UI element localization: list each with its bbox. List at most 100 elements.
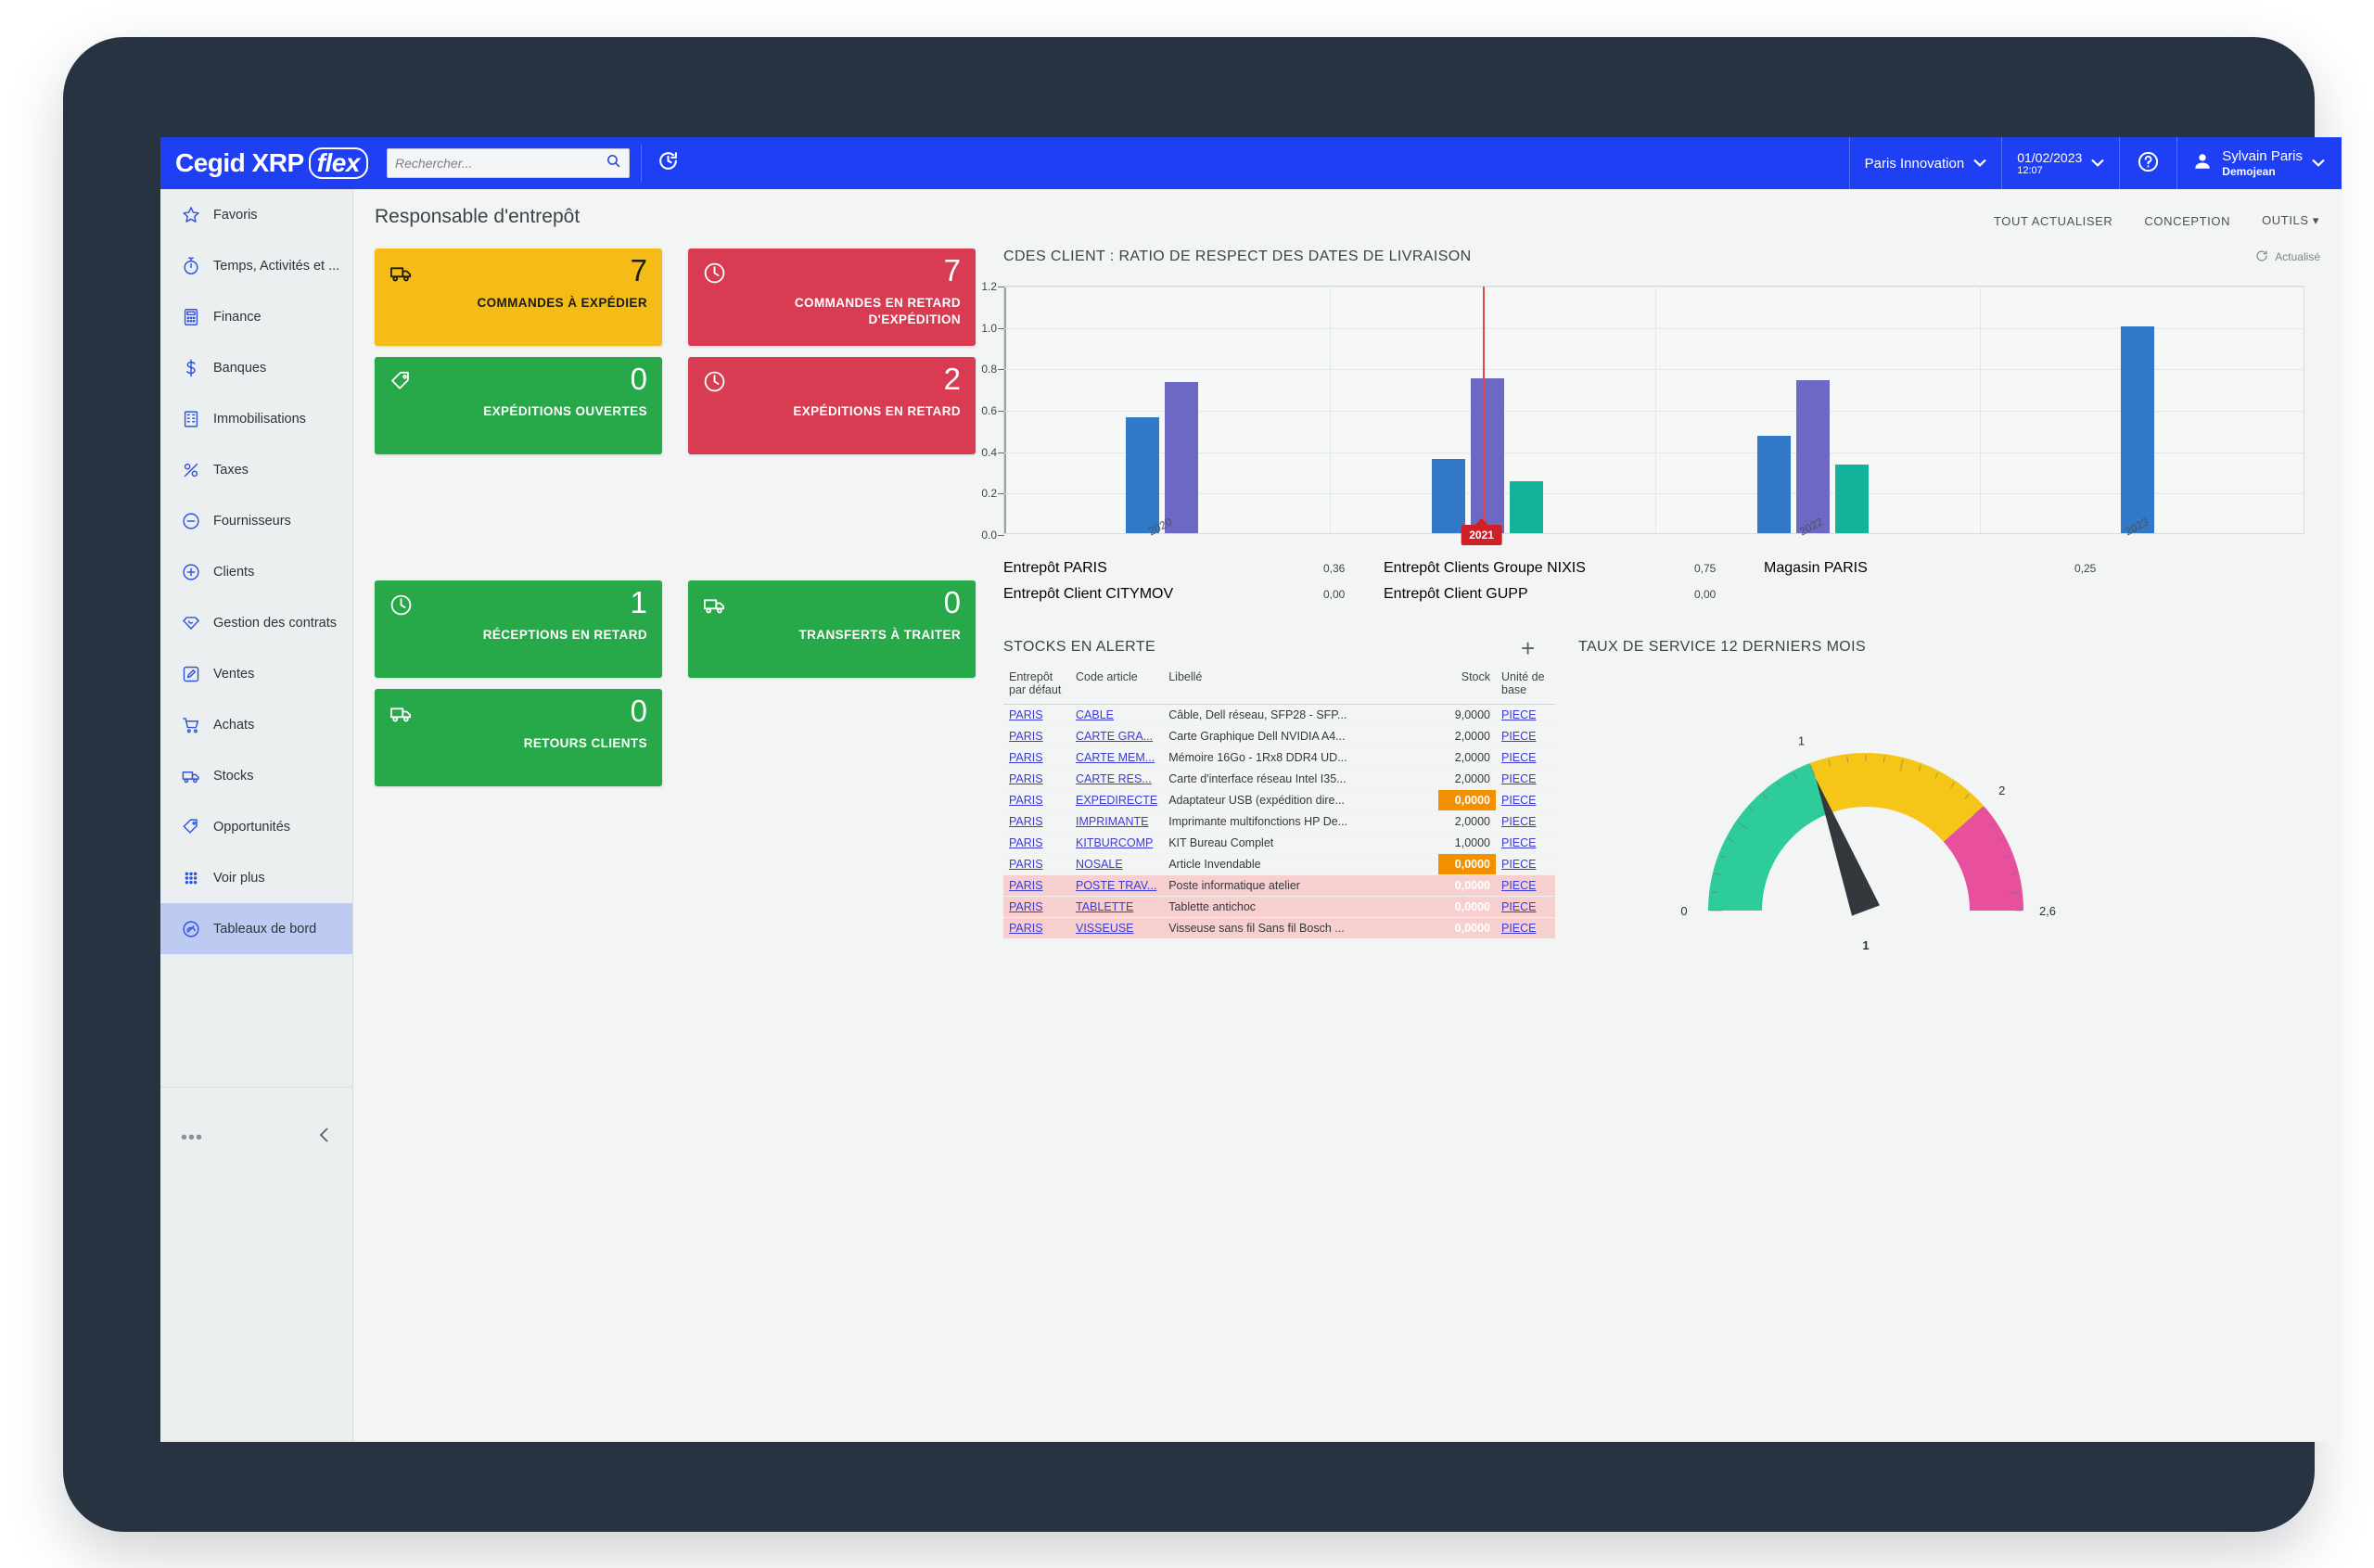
entrepot-link[interactable]: PARIS [1009, 836, 1043, 849]
chart-bar[interactable] [2121, 325, 2155, 533]
sidebar-item-opportunit-s[interactable]: Opportunités [160, 801, 352, 852]
app-logo[interactable]: Cegid XRP flex [160, 137, 376, 189]
table-row[interactable]: PARIS CARTE RES... Carte d'interface résea… [1003, 768, 1555, 790]
unit-link[interactable]: PIECE [1501, 836, 1537, 849]
sidebar-item-voir-plus[interactable]: Voir plus [160, 852, 352, 903]
article-code-link[interactable]: CARTE GRA... [1076, 730, 1153, 743]
kpi-tile-exp-ditions-ouvertes[interactable]: 0 EXPÉDITIONS OUVERTES [375, 357, 662, 454]
entrepot-link[interactable]: PARIS [1009, 922, 1043, 935]
chart-bar[interactable] [1509, 481, 1543, 533]
table-row[interactable]: PARIS CARTE MEM... Mémoire 16Go - 1Rx8 DDR… [1003, 746, 1555, 769]
sidebar-item-tableaux-de-bord[interactable]: Tableaux de bord [160, 903, 352, 954]
entrepot-link[interactable]: PARIS [1009, 772, 1043, 785]
page-action-conception[interactable]: CONCEPTION [2144, 214, 2230, 228]
chart-legend-item[interactable]: Entrepôt Client GUPP [1384, 586, 1528, 603]
sidebar-item-clients[interactable]: Clients [160, 546, 352, 597]
sidebar-item-ventes[interactable]: Ventes [160, 648, 352, 699]
unit-link[interactable]: PIECE [1501, 879, 1537, 892]
kpi-tile-commandes-exp-dier[interactable]: 7 COMMANDES À EXPÉDIER [375, 249, 662, 346]
entrepot-link[interactable]: PARIS [1009, 815, 1043, 828]
table-column-header[interactable]: Entrepôt par défaut [1003, 669, 1070, 705]
kpi-tile-transferts-traiter[interactable]: 0 TRANSFERTS À TRAITER [688, 580, 976, 678]
ellipsis-icon[interactable]: ••• [181, 1128, 203, 1147]
sidebar-item-taxes[interactable]: Taxes [160, 444, 352, 495]
table-row[interactable]: PARIS IMPRIMANTE Imprimante multifonctions… [1003, 810, 1555, 833]
sidebar-item-gestion-des-contrats[interactable]: Gestion des contrats [160, 597, 352, 648]
article-code-link[interactable]: KITBURCOMP [1076, 836, 1153, 849]
kpi-tile-commandes-en-retard-d-exp-dition[interactable]: 7 COMMANDES EN RETARD D'EXPÉDITION [688, 249, 976, 346]
search-icon[interactable] [606, 153, 621, 173]
article-code-link[interactable]: CARTE MEM... [1076, 751, 1155, 764]
entrepot-link[interactable]: PARIS [1009, 730, 1043, 743]
sidebar-item-achats[interactable]: Achats [160, 699, 352, 750]
table-row[interactable]: PARIS KITBURCOMP KIT Bureau Complet 1,0000 P… [1003, 832, 1555, 854]
sidebar-item-finance[interactable]: Finance [160, 291, 352, 342]
article-code-link[interactable]: CARTE RES... [1076, 772, 1152, 785]
table-row[interactable]: PARIS VISSEUSE Visseuse sans fil Sans fil … [1003, 917, 1555, 939]
organization-selector[interactable]: Paris Innovation [1848, 137, 2002, 189]
chart-bar[interactable] [1795, 379, 1830, 533]
entrepot-link[interactable]: PARIS [1009, 879, 1043, 892]
article-code-link[interactable]: POSTE TRAV... [1076, 879, 1156, 892]
chart-bar[interactable] [1834, 465, 1869, 533]
history-refresh-button[interactable] [642, 137, 694, 189]
chart-legend-item[interactable]: Entrepôt Clients Groupe NIXIS [1384, 560, 1586, 577]
chart-legend-item[interactable]: Entrepôt PARIS [1003, 560, 1107, 577]
table-column-header[interactable]: Stock [1438, 669, 1496, 705]
add-stock-widget-button[interactable]: + [1521, 636, 1535, 661]
sidebar-item-favoris[interactable]: Favoris [160, 189, 352, 240]
kpi-tile-retours-clients[interactable]: 0 RETOURS CLIENTS [375, 689, 662, 786]
entrepot-link[interactable]: PARIS [1009, 900, 1043, 913]
sidebar-item-banques[interactable]: Banques [160, 342, 352, 393]
user-menu[interactable]: Sylvain Paris Demojean [2176, 137, 2342, 189]
article-code-link[interactable]: CABLE [1076, 708, 1114, 721]
table-column-header[interactable]: Unité de base [1496, 669, 1555, 705]
unit-link[interactable]: PIECE [1501, 730, 1537, 743]
chart-bar[interactable] [1165, 381, 1199, 533]
table-row[interactable]: PARIS POSTE TRAV... Poste informatique ate… [1003, 874, 1555, 897]
unit-link[interactable]: PIECE [1501, 858, 1537, 871]
chart-legend-item[interactable]: Entrepôt Client CITYMOV [1003, 586, 1173, 603]
article-code-link[interactable]: VISSEUSE [1076, 922, 1134, 935]
table-column-header[interactable]: Libellé [1163, 669, 1438, 705]
unit-link[interactable]: PIECE [1501, 772, 1537, 785]
article-code-link[interactable]: NOSALE [1076, 858, 1123, 871]
sidebar-item-fournisseurs[interactable]: Fournisseurs [160, 495, 352, 546]
sidebar-item-temps-activit-s-et[interactable]: Temps, Activités et ... [160, 240, 352, 291]
unit-link[interactable]: PIECE [1501, 900, 1537, 913]
entrepot-link[interactable]: PARIS [1009, 708, 1043, 721]
page-action-tout-actualiser[interactable]: TOUT ACTUALISER [1994, 214, 2112, 228]
chart-x-highlight-label[interactable]: 2021 [1461, 525, 1502, 545]
unit-link[interactable]: PIECE [1501, 751, 1537, 764]
date-selector[interactable]: 01/02/2023 12:07 [2001, 137, 2119, 189]
chevron-left-icon[interactable] [317, 1126, 332, 1150]
table-row[interactable]: PARIS CARTE GRA... Carte Graphique Dell NV… [1003, 725, 1555, 747]
table-row[interactable]: PARIS CABLE Câble, Dell réseau, SFP28 - SF… [1003, 704, 1555, 726]
chart-legend-item[interactable]: Magasin PARIS [1764, 560, 1868, 577]
table-row[interactable]: PARIS NOSALE Article Invendable 0,0000 PIECE [1003, 853, 1555, 875]
help-button[interactable] [2119, 137, 2176, 189]
table-column-header[interactable]: Code article [1070, 669, 1164, 705]
article-code-link[interactable]: EXPEDIRECTE [1076, 794, 1157, 807]
kpi-tile-r-ceptions-en-retard[interactable]: 1 RÉCEPTIONS EN RETARD [375, 580, 662, 678]
sidebar-item-stocks[interactable]: Stocks [160, 750, 352, 801]
unit-link[interactable]: PIECE [1501, 815, 1537, 828]
chart-bar[interactable] [1470, 377, 1504, 533]
article-code-link[interactable]: TABLETTE [1076, 900, 1133, 913]
entrepot-link[interactable]: PARIS [1009, 794, 1043, 807]
article-code-link[interactable]: IMPRIMANTE [1076, 815, 1148, 828]
page-action-outils[interactable]: OUTILS ▾ [2262, 213, 2319, 228]
entrepot-link[interactable]: PARIS [1009, 858, 1043, 871]
chart-bar[interactable] [1126, 416, 1160, 533]
sidebar-item-immobilisations[interactable]: Immobilisations [160, 393, 352, 444]
unit-link[interactable]: PIECE [1501, 794, 1537, 807]
kpi-tile-exp-ditions-en-retard[interactable]: 2 EXPÉDITIONS EN RETARD [688, 357, 976, 454]
table-row[interactable]: PARIS EXPEDIRECTE Adaptateur USB (expéditi… [1003, 789, 1555, 811]
unit-link[interactable]: PIECE [1501, 922, 1537, 935]
chart-bar[interactable] [1756, 436, 1791, 533]
chart-refresh-status[interactable]: Actualisé [2255, 249, 2320, 265]
entrepot-link[interactable]: PARIS [1009, 751, 1043, 764]
chart-bar[interactable] [1431, 458, 1465, 533]
table-row[interactable]: PARIS TABLETTE Tablette antichoc 0,0000 PIEC… [1003, 896, 1555, 918]
search-input[interactable] [395, 156, 606, 171]
